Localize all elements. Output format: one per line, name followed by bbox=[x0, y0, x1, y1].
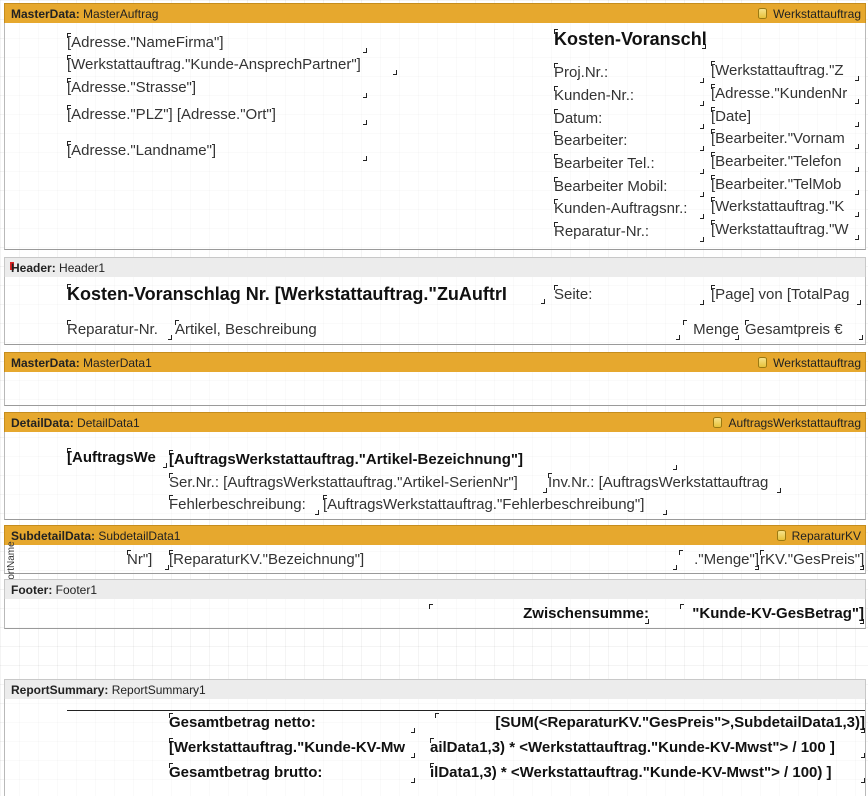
band-type: Footer: bbox=[11, 583, 53, 597]
sub-nr[interactable]: Nr"] bbox=[127, 550, 169, 570]
datasource-name: Werkstattauftrag bbox=[773, 7, 861, 21]
database-icon bbox=[713, 417, 723, 428]
datasource-name: Werkstattauftrag bbox=[773, 356, 861, 370]
sub-gespreis[interactable]: rKV."GesPreis"] bbox=[760, 550, 864, 570]
label-projnr[interactable]: Proj.Nr.: bbox=[554, 63, 704, 83]
label-kunden-auftragsnr[interactable]: Kunden-Auftragsnr.: bbox=[554, 199, 704, 219]
detail-seriennr[interactable]: Ser.Nr.: [AuftragsWerkstattauftrag."Arti… bbox=[169, 473, 547, 493]
col-gesamtpreis[interactable]: Gesamtpreis € bbox=[745, 320, 863, 340]
summary-brutto-value[interactable]: ilData1,3) * <Werkstattauftrag."Kunde-KV… bbox=[430, 763, 865, 783]
band-header-reportsummary1[interactable]: ReportSummary: ReportSummary1 bbox=[4, 679, 866, 699]
band-body-detaildata1[interactable]: [AuftragsWe [AuftragsWerkstattauftrag."A… bbox=[4, 432, 866, 520]
sub-menge[interactable]: ."Menge"] bbox=[679, 550, 759, 570]
band-body-reportsummary1[interactable]: Gesamtbetrag netto: [SUM(<ReparaturKV."G… bbox=[4, 699, 866, 796]
col-reparatur-nr[interactable]: Reparatur-Nr. bbox=[67, 320, 172, 340]
summary-mwst-value[interactable]: ailData1,3) * <Werkstattauftrag."Kunde-K… bbox=[430, 738, 865, 758]
summary-top-rule bbox=[67, 710, 865, 711]
summary-mwst-label[interactable]: [Werkstattauftrag."Kunde-KV-Mw bbox=[169, 738, 415, 758]
value-bearbeiter-tel[interactable]: [Bearbeiter."Telefon bbox=[711, 152, 859, 172]
header-seite-label[interactable]: Seite: bbox=[554, 285, 704, 305]
band-name: Header1 bbox=[59, 261, 106, 275]
band-body-masterauftrag[interactable]: [Adresse."NameFirma"] [Werkstattauftrag.… bbox=[4, 23, 866, 250]
value-datum[interactable]: [Date] bbox=[711, 107, 859, 127]
band-name: MasterAuftrag bbox=[83, 7, 159, 21]
label-bearbeiter-tel[interactable]: Bearbeiter Tel.: bbox=[554, 154, 704, 174]
sub-bezeichnung[interactable]: [ReparaturKV."Bezeichnung"] bbox=[169, 550, 677, 570]
label-reparaturnr[interactable]: Reparatur-Nr.: bbox=[554, 222, 704, 242]
address-namefirma[interactable]: [Adresse."NameFirma"] bbox=[67, 33, 367, 53]
band-header-subdetaildata1[interactable]: SubdetailData: SubdetailData1 ReparaturK… bbox=[4, 525, 866, 545]
value-kundennr[interactable]: [Adresse."KundenNr bbox=[711, 84, 859, 104]
header-page-value[interactable]: [Page] von [TotalPag bbox=[711, 285, 861, 305]
summary-brutto-label[interactable]: Gesamtbetrag brutto: bbox=[169, 763, 415, 783]
band-type: SubdetailData: bbox=[11, 529, 96, 543]
database-icon bbox=[758, 357, 768, 368]
band-header-masterdata1[interactable]: MasterData: MasterData1 Werkstattauftrag bbox=[4, 352, 866, 372]
band-type: MasterData: bbox=[11, 356, 80, 370]
database-icon bbox=[776, 530, 786, 541]
datasource-name: AuftragsWerkstattauftrag bbox=[728, 416, 861, 430]
band-name: MasterData1 bbox=[83, 356, 152, 370]
band-type: Header: bbox=[11, 261, 56, 275]
value-projnr[interactable]: [Werkstattauftrag."Z bbox=[711, 61, 859, 81]
detail-artikel-bezeichnung[interactable]: [AuftragsWerkstattauftrag."Artikel-Bezei… bbox=[169, 450, 677, 470]
header-title[interactable]: Kosten-Voranschlag Nr. [Werkstattauftrag… bbox=[67, 284, 545, 304]
footer-zwischensumme-value[interactable]: "Kunde-KV-GesBetrag"] bbox=[680, 604, 864, 624]
address-strasse[interactable]: [Adresse."Strasse"] bbox=[67, 78, 367, 98]
database-icon bbox=[758, 8, 768, 19]
band-body-footer1[interactable]: Zwischensumme: "Kunde-KV-GesBetrag"] bbox=[4, 599, 866, 629]
band-name: ReportSummary1 bbox=[111, 683, 206, 697]
band-header-masterauftrag[interactable]: MasterData: MasterAuftrag Werkstattauftr… bbox=[4, 3, 866, 23]
address-ansprechpartner[interactable]: [Werkstattauftrag."Kunde-AnsprechPartner… bbox=[67, 55, 397, 75]
label-bearbeiter[interactable]: Bearbeiter: bbox=[554, 131, 704, 151]
band-type: ReportSummary: bbox=[11, 683, 109, 697]
band-body-masterdata1[interactable] bbox=[4, 372, 866, 406]
value-bearbeiter-mobil[interactable]: [Bearbeiter."TelMob bbox=[711, 175, 859, 195]
band-type: MasterData: bbox=[11, 7, 80, 21]
detail-fehler-label[interactable]: Fehlerbeschreibung: bbox=[169, 495, 319, 515]
value-bearbeiter[interactable]: [Bearbeiter."Vornam bbox=[711, 129, 859, 149]
detail-auftragswe[interactable]: [AuftragsWe bbox=[67, 448, 167, 468]
label-kundennr[interactable]: Kunden-Nr.: bbox=[554, 86, 704, 106]
detail-fehler-value[interactable]: [AuftragsWerkstattauftrag."Fehlerbeschre… bbox=[323, 495, 667, 515]
value-reparaturnr[interactable]: [Werkstattauftrag."W bbox=[711, 220, 859, 240]
detail-invnr[interactable]: Inv.Nr.: [AuftragsWerkstattauftrag bbox=[548, 473, 781, 493]
label-datum[interactable]: Datum: bbox=[554, 109, 704, 129]
summary-netto-value[interactable]: [SUM(<ReparaturKV."GesPreis">,SubdetailD… bbox=[435, 713, 865, 733]
band-body-header1[interactable]: Kosten-Voranschlag Nr. [Werkstattauftrag… bbox=[4, 277, 866, 345]
summary-netto-label[interactable]: Gesamtbetrag netto: bbox=[169, 713, 415, 733]
address-plz-ort[interactable]: [Adresse."PLZ"] [Adresse."Ort"] bbox=[67, 105, 367, 125]
band-name: DetailData1 bbox=[77, 416, 140, 430]
band-header-footer1[interactable]: Footer: Footer1 bbox=[4, 579, 866, 599]
band-name: Footer1 bbox=[55, 583, 98, 597]
datasource-name: ReparaturKV bbox=[791, 529, 861, 543]
value-kunden-auftragsnr[interactable]: [Werkstattauftrag."K bbox=[711, 197, 859, 217]
band-type: DetailData: bbox=[11, 416, 74, 430]
band-header-detaildata1[interactable]: DetailData: DetailData1 AuftragsWerkstat… bbox=[4, 412, 866, 432]
label-bearbeiter-mobil[interactable]: Bearbeiter Mobil: bbox=[554, 177, 704, 197]
band-body-subdetaildata1[interactable]: Nr"] [ReparaturKV."Bezeichnung"] ."Menge… bbox=[4, 545, 866, 574]
kv-title[interactable]: Kosten-Voranschlag bbox=[554, 29, 706, 49]
band-name: SubdetailData1 bbox=[98, 529, 181, 543]
col-menge[interactable]: Menge bbox=[683, 320, 739, 340]
band-header-header1[interactable]: Header: Header1 bbox=[4, 257, 866, 277]
col-artikel-beschreibung[interactable]: Artikel, Beschreibung bbox=[175, 320, 680, 340]
footer-zwischensumme-label[interactable]: Zwischensumme: bbox=[429, 604, 649, 624]
address-landname[interactable]: [Adresse."Landname"] bbox=[67, 141, 367, 161]
